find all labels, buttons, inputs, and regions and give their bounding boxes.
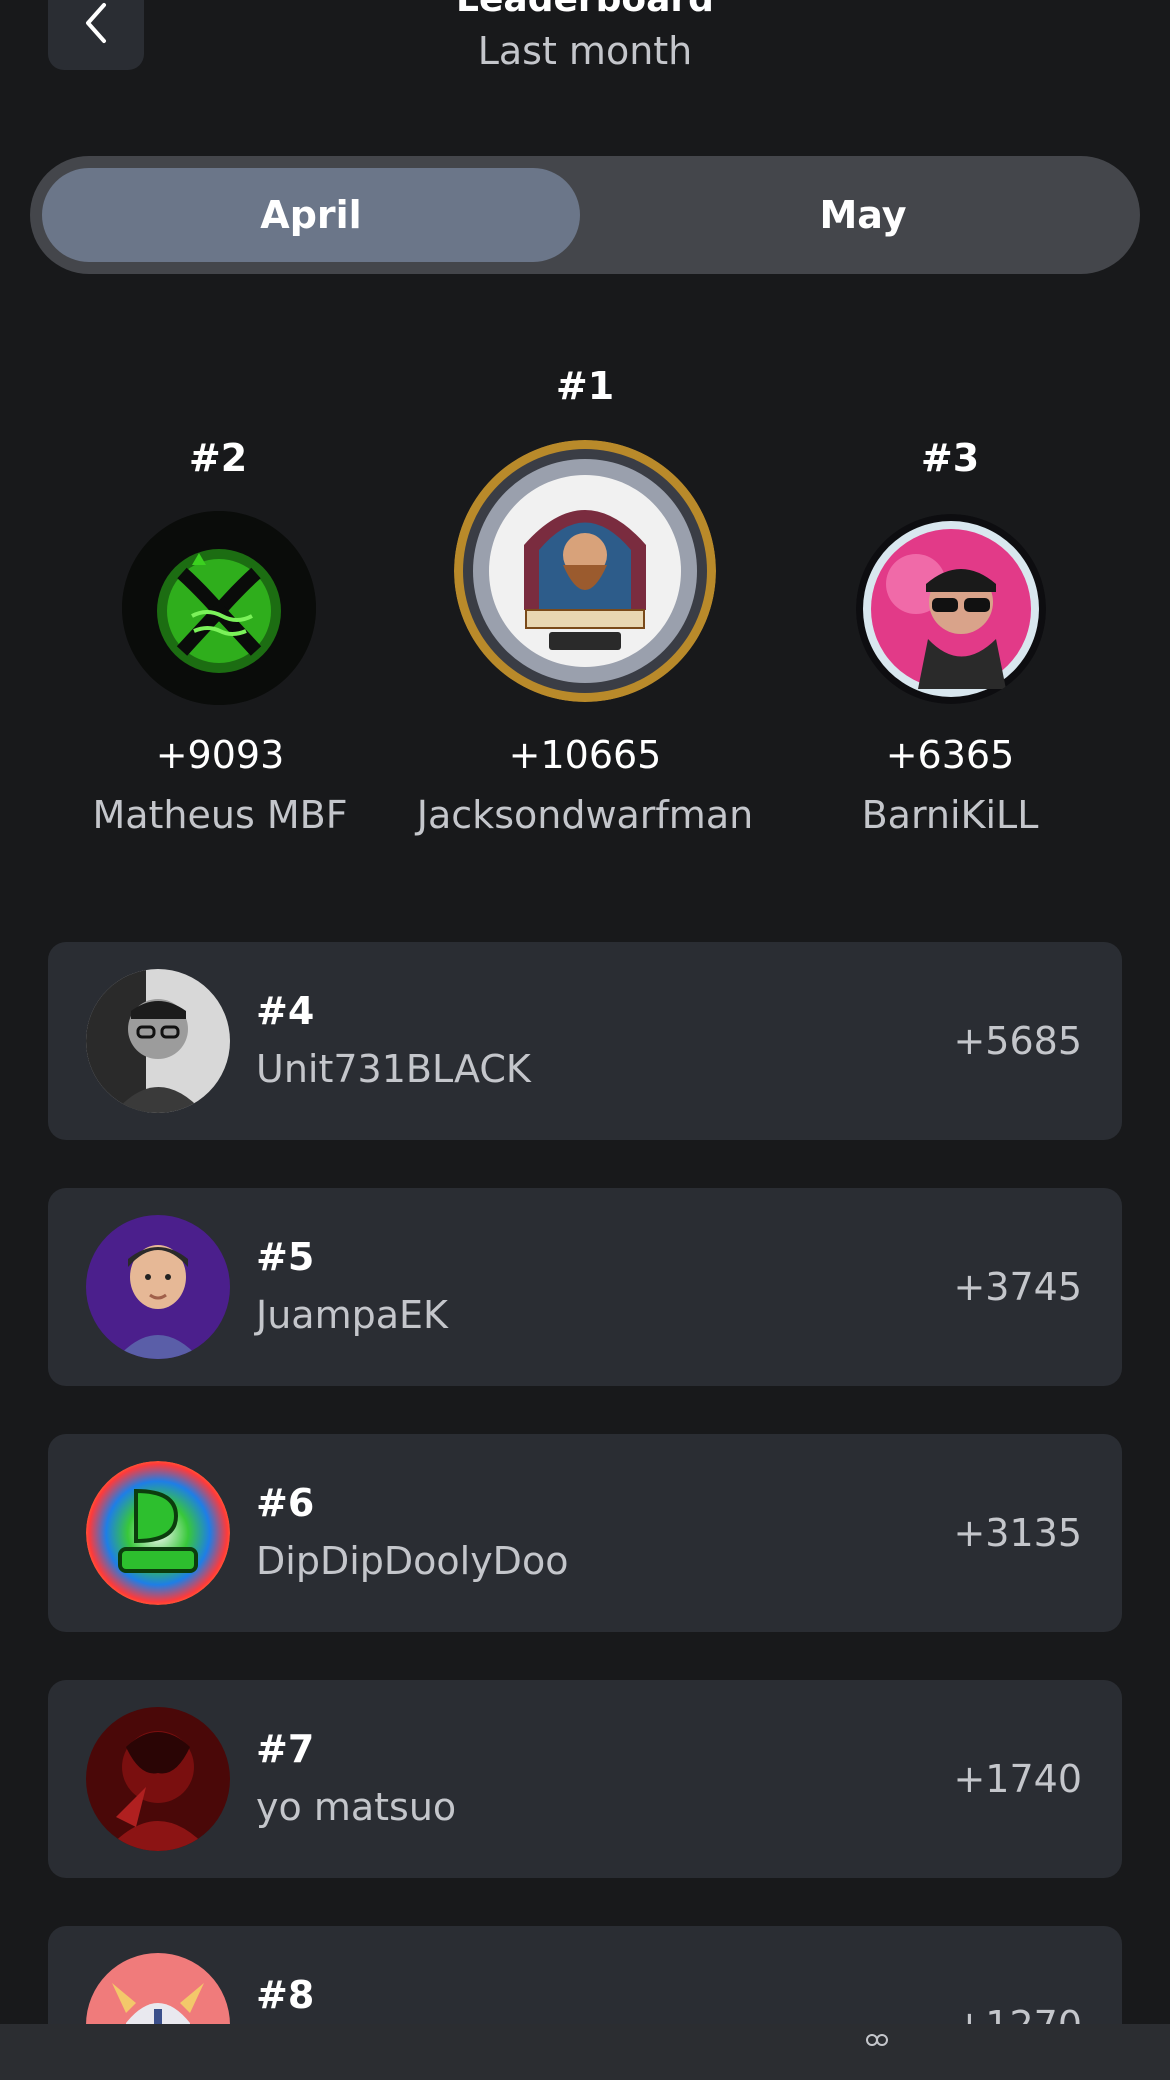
podium-avatar-1[interactable] (454, 440, 716, 702)
podium-name-3: BarniKiLL (861, 793, 1039, 837)
podium-avatar-2[interactable] (122, 511, 316, 705)
podium-name-2: Matheus MBF (92, 793, 348, 837)
leaderboard-row-4[interactable]: #4 Unit731BLACK +5685 (48, 942, 1122, 1140)
row-name: DipDipDoolyDoo (256, 1539, 569, 1583)
avatar (86, 1461, 230, 1605)
stained-glass-avatar (454, 440, 716, 702)
row-score: +5685 (953, 1019, 1082, 1063)
people-icon[interactable] (862, 2032, 892, 2046)
podium-avatar-3[interactable] (856, 514, 1046, 704)
xbox-logo-avatar (122, 511, 316, 705)
tab-may[interactable]: May (594, 168, 1132, 262)
podium-rank-1: #1 (555, 364, 615, 408)
row-name: JuampaEK (256, 1293, 448, 1337)
row-rank: #8 (256, 1973, 315, 2017)
red-artwork-avatar (86, 1707, 230, 1851)
bottom-navigation-bar (0, 2024, 1170, 2080)
avatar (86, 1215, 230, 1359)
row-name: yo matsuo (256, 1785, 457, 1829)
month-toggle: April May (30, 156, 1140, 274)
row-rank: #4 (256, 989, 315, 1033)
leaderboard-screen: Leaderboard Last month April May #2 +909… (0, 0, 1170, 2080)
page-title: Leaderboard (0, 0, 1170, 18)
podium-score-1: +10665 (508, 733, 662, 777)
row-rank: #6 (256, 1481, 315, 1525)
rainbow-logo-avatar (86, 1461, 230, 1605)
xbox-avatar-character (86, 1215, 230, 1359)
podium-rank-3: #3 (920, 436, 980, 480)
sunglasses-portrait-avatar (856, 514, 1046, 704)
row-score: +3135 (953, 1511, 1082, 1555)
row-score: +3745 (953, 1265, 1082, 1309)
tab-april[interactable]: April (42, 168, 580, 262)
bw-portrait-avatar (86, 969, 230, 1113)
podium-name-1: Jacksondwarfman (416, 793, 754, 837)
leaderboard-row-7[interactable]: #7 yo matsuo +1740 (48, 1680, 1122, 1878)
row-rank: #7 (256, 1727, 315, 1771)
podium-score-3: +6365 (885, 733, 1015, 777)
page-subtitle: Last month (477, 29, 693, 73)
podium-score-2: +9093 (155, 733, 285, 777)
avatar (86, 1707, 230, 1851)
row-name: Unit731BLACK (256, 1047, 531, 1091)
row-score: +1740 (953, 1757, 1082, 1801)
leaderboard-row-6[interactable]: #6 DipDipDoolyDoo +3135 (48, 1434, 1122, 1632)
leaderboard-row-5[interactable]: #5 JuampaEK +3745 (48, 1188, 1122, 1386)
row-rank: #5 (256, 1235, 315, 1279)
avatar (86, 969, 230, 1113)
podium-rank-2: #2 (188, 436, 248, 480)
